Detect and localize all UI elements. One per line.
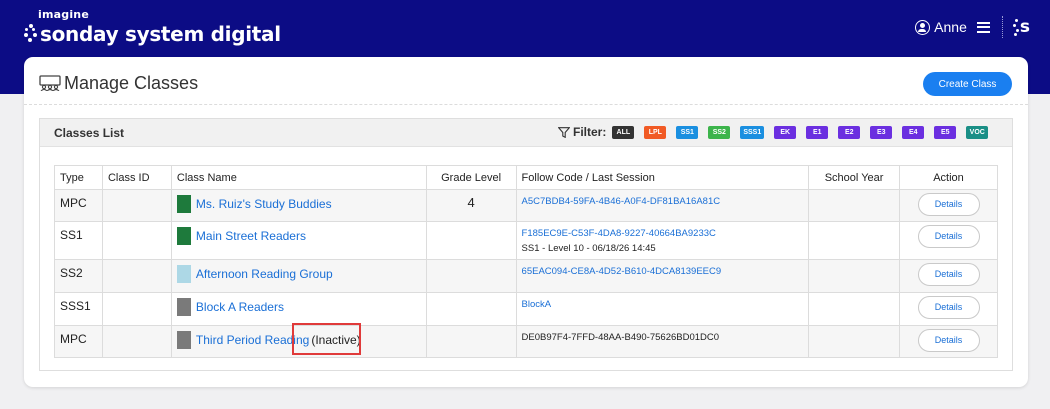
divider bbox=[1001, 16, 1003, 38]
details-button[interactable]: Details bbox=[917, 329, 980, 352]
page-title: Manage Classes bbox=[64, 73, 199, 93]
column-header-class-id[interactable]: Class ID bbox=[101, 165, 172, 190]
row-grade-level bbox=[432, 222, 511, 227]
details-button[interactable]: Details bbox=[917, 296, 980, 319]
column-header-follow-code[interactable]: Follow Code / Last Session bbox=[515, 165, 810, 190]
column-header-grade-level[interactable]: Grade Level bbox=[425, 165, 517, 190]
filter-chip-e4[interactable]: E4 bbox=[902, 125, 925, 139]
user-circle-icon[interactable] bbox=[915, 19, 931, 35]
brand-name: sonday system digital bbox=[40, 22, 281, 46]
class-color-swatch bbox=[176, 331, 191, 349]
row-grade-level bbox=[432, 260, 511, 265]
filter-chip-e1[interactable]: E1 bbox=[806, 125, 829, 139]
filter-chip-voc[interactable]: VOC bbox=[966, 125, 989, 139]
table-row: SS2 Afternoon Reading Group 65EAC094-CE8A-… bbox=[54, 259, 998, 293]
filter-chip-e5[interactable]: E5 bbox=[934, 125, 957, 139]
table-row: MPC Ms. Ruiz's Study Buddies 4 A5C7BDB4-59F… bbox=[54, 189, 998, 222]
row-grade-level bbox=[432, 293, 511, 298]
last-session: SS1 - Level 10 - 06/18/26 14:45 bbox=[521, 243, 656, 254]
class-color-swatch bbox=[176, 227, 191, 245]
card-header: Manage Classes Create Class bbox=[24, 57, 1028, 105]
classes-table-wrapper: Type Class ID Class Name Grade Level Fol… bbox=[54, 165, 998, 358]
funnel-icon bbox=[558, 126, 570, 138]
row-type: SSS1 bbox=[60, 299, 91, 313]
filter-chip-e3[interactable]: E3 bbox=[870, 125, 893, 139]
panel-header: Classes List Filter: ALL LPL SS1 SS2 SSS1 EK E… bbox=[40, 119, 1012, 147]
class-name-link[interactable]: Afternoon Reading Group bbox=[196, 267, 333, 281]
table-row: SS1 Main Street Readers F185EC9E-C53F-4DA8… bbox=[54, 221, 998, 260]
follow-code-link[interactable]: BlockA bbox=[522, 293, 804, 310]
row-grade-level: 4 bbox=[467, 195, 475, 210]
user-area: Anne s bbox=[915, 16, 1030, 38]
filter-chip-lpl[interactable]: LPL bbox=[644, 125, 667, 139]
row-grade-level bbox=[432, 326, 511, 331]
classroom-icon bbox=[39, 75, 61, 91]
column-header-action: Action bbox=[899, 165, 998, 190]
class-name-link[interactable]: Main Street Readers bbox=[196, 229, 306, 243]
filter-chip-e2[interactable]: E2 bbox=[838, 125, 861, 139]
filter-label: Filter: bbox=[573, 125, 607, 139]
classes-list-panel: Classes List Filter: ALL LPL SS1 SS2 SSS1 EK E… bbox=[39, 118, 1013, 371]
row-type: MPC bbox=[60, 332, 87, 346]
filter-chip-ss2[interactable]: SS2 bbox=[708, 125, 731, 139]
class-color-swatch bbox=[176, 265, 191, 283]
user-name[interactable]: Anne bbox=[934, 19, 967, 35]
details-button[interactable]: Details bbox=[917, 193, 980, 216]
filter-chip-all[interactable]: ALL bbox=[612, 125, 635, 139]
inactive-highlight-box bbox=[292, 323, 361, 355]
column-header-type[interactable]: Type bbox=[54, 165, 103, 190]
s-logo-letter: s bbox=[1019, 17, 1030, 37]
follow-code-link[interactable]: F185EC9E-C53F-4DA8-9227-40664BA9233C bbox=[522, 222, 804, 239]
class-name-link[interactable]: Ms. Ruiz's Study Buddies bbox=[196, 197, 332, 211]
class-color-swatch bbox=[176, 195, 191, 213]
filter-chip-ek[interactable]: EK bbox=[774, 125, 797, 139]
filter-bar: Filter: ALL LPL SS1 SS2 SSS1 EK E1 E2 E3 E4 E5 VOC bbox=[558, 125, 989, 139]
sonday-s-logo[interactable]: s bbox=[1012, 17, 1030, 37]
row-type: MPC bbox=[60, 196, 87, 210]
filter-chip-ss1[interactable]: SS1 bbox=[676, 125, 699, 139]
brand-logo[interactable]: imagine sonday system digital bbox=[24, 9, 281, 47]
row-type: SS2 bbox=[60, 266, 83, 280]
row-type: SS1 bbox=[60, 228, 83, 242]
brand-mark-icon bbox=[24, 23, 38, 45]
follow-code-link[interactable]: A5C7BDB4-59FA-4B46-A0F4-DF81BA16A81C bbox=[522, 190, 804, 207]
details-button[interactable]: Details bbox=[917, 225, 980, 248]
column-header-school-year[interactable]: School Year bbox=[808, 165, 901, 190]
brand-tagline: imagine bbox=[38, 8, 89, 21]
manage-classes-card: Manage Classes Create Class Classes List… bbox=[24, 57, 1028, 387]
hamburger-menu-icon[interactable] bbox=[976, 21, 990, 33]
class-color-swatch bbox=[176, 298, 191, 316]
table-row: SSS1 Block A Readers BlockA Details bbox=[54, 292, 998, 326]
panel-title: Classes List bbox=[54, 126, 125, 140]
class-name-link[interactable]: Block A Readers bbox=[196, 300, 284, 314]
filter-chip-sss1[interactable]: SSS1 bbox=[740, 125, 765, 139]
filter-chips: ALL LPL SS1 SS2 SSS1 EK E1 E2 E3 E4 E5 VOC bbox=[612, 125, 989, 139]
follow-code-link[interactable]: 65EAC094-CE8A-4D52-B610-4DCA8139EEC9 bbox=[522, 260, 804, 277]
details-button[interactable]: Details bbox=[917, 263, 980, 286]
table-header-row: Type Class ID Class Name Grade Level Fol… bbox=[54, 165, 998, 190]
create-class-button[interactable]: Create Class bbox=[923, 72, 1012, 96]
s-logo-dots-icon bbox=[1012, 18, 1019, 36]
classes-table: Type Class ID Class Name Grade Level Fol… bbox=[54, 165, 998, 358]
column-header-class-name[interactable]: Class Name bbox=[170, 165, 427, 190]
follow-code: DE0B97F4-7FFD-48AA-B490-75626BD01DC0 bbox=[521, 332, 720, 343]
table-row: MPC Third Period Reading (Inactive) DE0B97F… bbox=[54, 325, 998, 358]
